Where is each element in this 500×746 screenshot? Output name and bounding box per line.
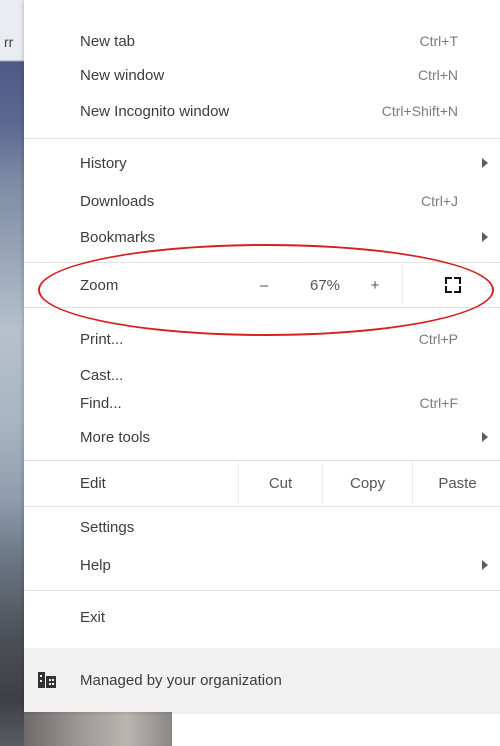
menu-item-downloads[interactable]: Downloads Ctrl+J (24, 182, 500, 220)
managed-by-organization[interactable]: Managed by your organization (24, 648, 500, 712)
fullscreen-button[interactable] (402, 264, 500, 306)
edit-row: Edit Cut Copy Paste (24, 462, 500, 504)
menu-item-label: Find... (80, 394, 122, 412)
managed-label: Managed by your organization (80, 671, 282, 689)
menu-separator (24, 590, 500, 591)
zoom-level-value: 67% (309, 276, 341, 294)
menu-item-label: Print... (80, 330, 124, 348)
zoom-row: Zoom – 67% + (24, 264, 500, 306)
menu-separator (24, 460, 500, 461)
menu-item-print[interactable]: Print... Ctrl+P (24, 320, 500, 358)
menu-item-label: New window (80, 66, 165, 84)
submenu-arrow-icon (482, 158, 488, 168)
menu-item-shortcut: Ctrl+N (417, 67, 458, 83)
zoom-in-label: + (370, 276, 380, 294)
menu-item-label: Bookmarks (80, 228, 156, 246)
edit-label: Edit (80, 474, 106, 492)
menu-item-label: New Incognito window (80, 102, 230, 120)
menu-item-exit[interactable]: Exit (24, 598, 500, 636)
menu-item-bookmarks[interactable]: Bookmarks (24, 218, 500, 256)
menu-item-label: Exit (80, 608, 106, 626)
menu-item-settings[interactable]: Settings (24, 508, 500, 546)
copy-label: Copy (349, 474, 386, 492)
menu-separator (24, 138, 500, 139)
submenu-arrow-icon (482, 560, 488, 570)
background-image (24, 712, 172, 746)
menu-item-new-tab[interactable]: New tab Ctrl+T (24, 22, 500, 60)
zoom-out-label: – (259, 276, 269, 294)
menu-item-shortcut: Ctrl+P (418, 331, 458, 347)
menu-item-shortcut: Ctrl+J (421, 193, 458, 209)
menu-item-more-tools[interactable]: More tools (24, 418, 500, 456)
menu-item-find[interactable]: Find... Ctrl+F (24, 384, 500, 422)
zoom-in-button[interactable]: + (348, 264, 402, 306)
background-page-strip (0, 0, 24, 746)
menu-separator (24, 506, 500, 507)
cut-label: Cut (268, 474, 293, 492)
zoom-label: Zoom (80, 276, 119, 294)
submenu-arrow-icon (482, 232, 488, 242)
menu-item-label: More tools (80, 428, 151, 446)
browser-menu: New tab Ctrl+T New window Ctrl+N New Inc… (24, 0, 500, 712)
menu-item-new-window[interactable]: New window Ctrl+N (24, 56, 500, 94)
menu-item-label: Settings (80, 518, 135, 536)
menu-item-shortcut: Ctrl+F (419, 395, 459, 411)
menu-item-label: Help (80, 556, 111, 574)
paste-label: Paste (438, 474, 477, 492)
menu-item-help[interactable]: Help (24, 546, 500, 584)
building-icon (38, 672, 56, 688)
menu-item-label: Downloads (80, 192, 155, 210)
menu-separator (24, 307, 500, 308)
menu-separator (24, 262, 500, 263)
copy-button[interactable]: Copy (322, 462, 412, 504)
background-page-text: rr (4, 34, 14, 50)
paste-button[interactable]: Paste (412, 462, 500, 504)
fullscreen-icon (444, 277, 461, 293)
zoom-level: 67% (302, 264, 348, 306)
menu-item-history[interactable]: History (24, 144, 500, 182)
menu-item-label: New tab (80, 32, 136, 50)
menu-item-label: Cast... (80, 366, 124, 384)
menu-item-shortcut: Ctrl+T (419, 33, 459, 49)
menu-item-new-incognito-window[interactable]: New Incognito window Ctrl+Shift+N (24, 92, 500, 130)
zoom-out-button[interactable]: – (226, 264, 302, 306)
menu-item-label: History (80, 154, 127, 172)
submenu-arrow-icon (482, 432, 488, 442)
cut-button[interactable]: Cut (238, 462, 322, 504)
menu-item-shortcut: Ctrl+Shift+N (381, 103, 458, 119)
